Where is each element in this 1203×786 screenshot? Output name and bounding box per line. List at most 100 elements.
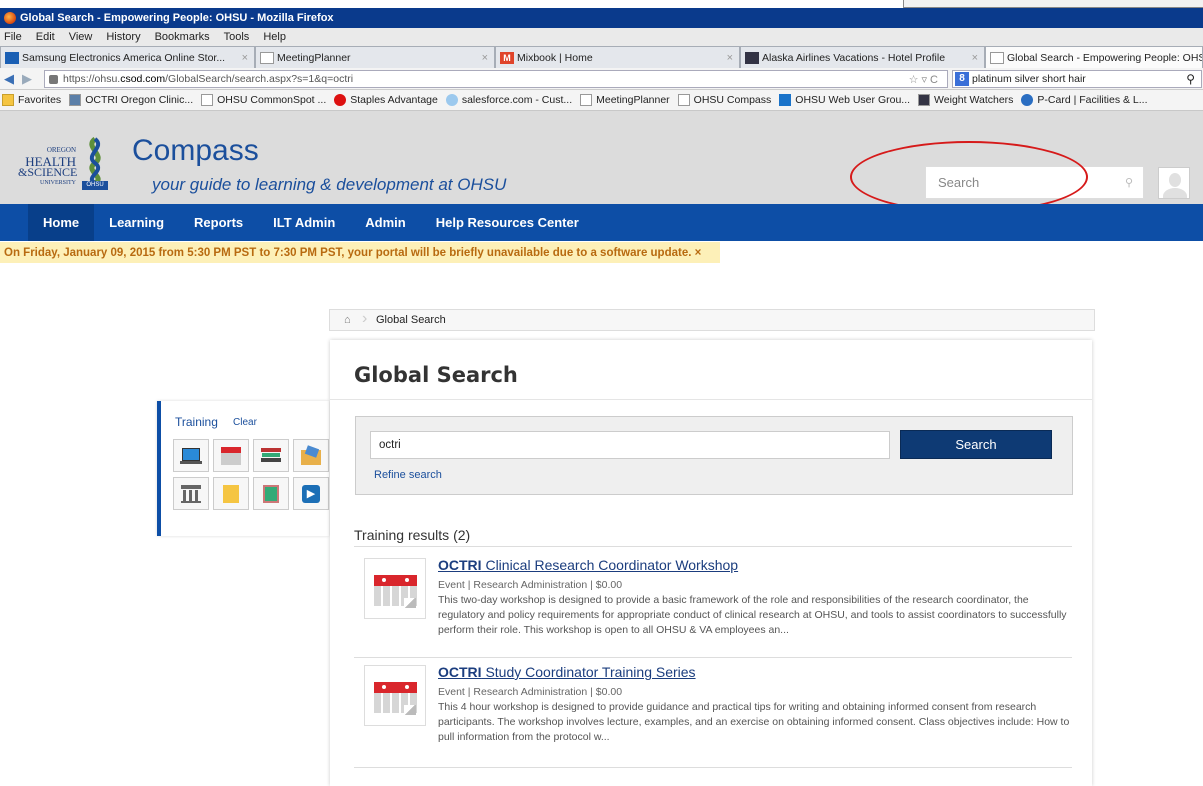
bookmark-staples[interactable]: Staples Advantage [334, 94, 438, 106]
site-subtitle: your guide to learning & development at … [152, 175, 507, 194]
page-title: Global Search [354, 363, 518, 387]
avatar[interactable] [1158, 167, 1190, 199]
bookmark-commonspot[interactable]: OHSU CommonSpot ... [201, 94, 326, 106]
menu-bar: File Edit View History Bookmarks Tools H… [0, 28, 1203, 46]
header-search-input[interactable]: Search ⚲ [925, 166, 1144, 199]
filter-library[interactable] [253, 439, 289, 472]
search-input[interactable]: octri [370, 431, 890, 459]
result-keyword: OCTRI [438, 557, 482, 573]
filter-event[interactable] [213, 439, 249, 472]
url-domain: csod.com [120, 73, 166, 85]
tab-mixbook[interactable]: M Mixbook | Home × [495, 46, 740, 68]
filter-note[interactable] [213, 477, 249, 510]
close-icon[interactable]: × [482, 52, 488, 64]
tab-label: Global Search - Empowering People: OHSU [1007, 51, 1203, 64]
back-icon[interactable]: ◀ [0, 71, 18, 87]
refine-search-link[interactable]: Refine search [374, 469, 442, 481]
menu-view[interactable]: View [69, 31, 93, 43]
filter-video[interactable]: ▶ [293, 477, 329, 510]
logo-line: &SCIENCE [18, 165, 78, 179]
bookmark-label: Favorites [18, 94, 62, 106]
tab-label: Mixbook | Home [517, 51, 593, 64]
bookmark-label: OHSU Compass [693, 94, 772, 106]
nav-learning[interactable]: Learning [94, 204, 179, 241]
clear-filter-link[interactable]: Clear [233, 417, 257, 428]
bookmark-compass[interactable]: OHSU Compass [677, 94, 772, 106]
ohsu-logo[interactable]: OREGON HEALTH &SCIENCE UNIVERSITY OHSU [14, 137, 114, 197]
clipboard-icon [260, 484, 282, 504]
bookmark-web-user-group[interactable]: OHSU Web User Grou... [779, 94, 910, 106]
page-icon [580, 94, 593, 106]
close-icon[interactable]: × [727, 52, 733, 64]
bookmark-weight-watchers[interactable]: Weight Watchers [918, 94, 1013, 106]
result-meta: Event | Research Administration | $0.00 [438, 579, 623, 591]
filter-curriculum[interactable] [173, 477, 209, 510]
menu-file[interactable]: File [4, 31, 22, 43]
nav-home[interactable]: Home [28, 204, 95, 241]
bookmark-meetingplanner[interactable]: MeetingPlanner [580, 94, 670, 106]
close-icon[interactable]: × [242, 52, 248, 64]
result-title-link[interactable]: OCTRI Study Coordinator Training Series [438, 664, 696, 680]
results-heading: Training results (2) [354, 527, 471, 543]
mixbook-icon: M [500, 51, 514, 64]
menu-help[interactable]: Help [263, 31, 286, 43]
bookmark-octri[interactable]: OCTRI Oregon Clinic... [69, 94, 193, 106]
lock-icon [49, 74, 58, 84]
url-prefix: https://ohsu. [63, 73, 121, 85]
alaska-icon [745, 51, 759, 64]
filter-material[interactable] [293, 439, 329, 472]
bookmarks-bar: Favorites OCTRI Oregon Clinic... OHSU Co… [0, 90, 1203, 111]
sticky-note-icon [220, 484, 242, 504]
bookmark-label: P-Card | Facilities & L... [1037, 94, 1148, 106]
weight-watchers-icon [918, 94, 931, 106]
logo-line: UNIVERSITY [40, 180, 76, 186]
bookmark-label: OHSU Web User Grou... [795, 94, 911, 106]
home-icon[interactable]: ⌂ [344, 314, 351, 326]
filter-online-course[interactable] [173, 439, 209, 472]
filter-checklist[interactable] [253, 477, 289, 510]
bookmark-label: OCTRI Oregon Clinic... [85, 94, 194, 106]
bookmark-salesforce[interactable]: salesforce.com - Cust... [445, 94, 573, 106]
menu-edit[interactable]: Edit [36, 31, 55, 43]
search-button[interactable]: Search [900, 430, 1052, 459]
nav-reports[interactable]: Reports [179, 204, 258, 241]
web-search-box[interactable]: 8 platinum silver short hair ⚲ [952, 70, 1202, 88]
bookmark-label: MeetingPlanner [596, 94, 670, 106]
forward-icon[interactable]: ▶ [18, 71, 36, 87]
menu-history[interactable]: History [106, 31, 140, 43]
tab-global-search[interactable]: Global Search - Empowering People: OHSU [985, 46, 1203, 68]
logo-text: OREGON HEALTH &SCIENCE UNIVERSITY [18, 145, 78, 189]
nav-ilt-admin[interactable]: ILT Admin [258, 204, 350, 241]
training-filter-panel: Training Clear ▶ [157, 401, 329, 536]
window-title: Global Search - Empowering People: OHSU … [20, 12, 334, 24]
search-icon[interactable]: ⚲ [1125, 176, 1133, 189]
close-icon[interactable]: × [972, 52, 978, 64]
menu-bookmarks[interactable]: Bookmarks [155, 31, 210, 43]
tab-label: Alaska Airlines Vacations - Hotel Profil… [762, 51, 946, 64]
search-engine-icon[interactable]: 8 [955, 72, 969, 86]
nav-admin[interactable]: Admin [350, 204, 420, 241]
tab-samsung[interactable]: Samsung Electronics America Online Stor.… [0, 46, 255, 68]
sharepoint-icon [779, 94, 792, 106]
outlook-icon [1021, 94, 1034, 106]
star-folder-icon [2, 94, 14, 106]
result-title-link[interactable]: OCTRI Clinical Research Coordinator Work… [438, 557, 738, 573]
nav-help-resources[interactable]: Help Resources Center [421, 204, 594, 241]
calendar-icon [364, 665, 426, 726]
avatar-head [1169, 173, 1181, 187]
filter-title: Training [175, 415, 218, 429]
url-bar[interactable]: https://ohsu. csod.com/GlobalSearch/searc… [44, 70, 948, 88]
menu-tools[interactable]: Tools [224, 31, 250, 43]
bookmark-favorites[interactable]: Favorites [2, 94, 61, 106]
reload-icon[interactable]: ☆▿C [909, 73, 941, 86]
top-strip-box [903, 0, 1203, 8]
divider [354, 767, 1072, 768]
tab-meetingplanner[interactable]: MeetingPlanner × [255, 46, 495, 68]
maintenance-alert[interactable]: On Friday, January 09, 2015 from 5:30 PM… [0, 242, 720, 263]
result-title: Clinical Research Coordinator Workshop [481, 557, 739, 573]
tab-alaska[interactable]: Alaska Airlines Vacations - Hotel Profil… [740, 46, 985, 68]
bookmark-pcard[interactable]: P-Card | Facilities & L... [1021, 94, 1148, 106]
bookmark-label: salesforce.com - Cust... [461, 94, 573, 106]
search-icon[interactable]: ⚲ [1186, 72, 1195, 86]
play-icon: ▶ [300, 484, 322, 504]
